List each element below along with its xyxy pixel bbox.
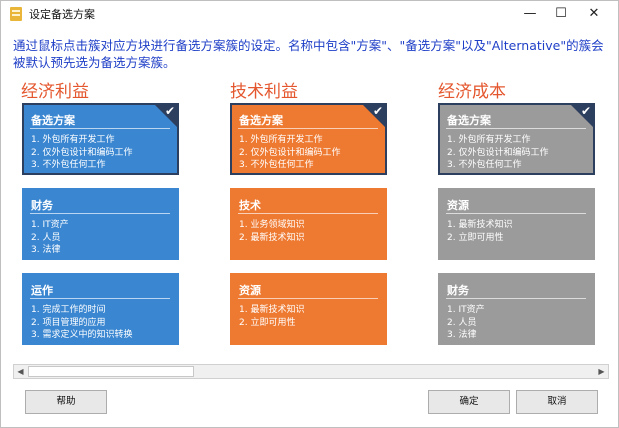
scroll-left-arrow-icon[interactable]: ◀ [14, 365, 27, 378]
card-item: 2. 仅外包设计和编码工作 [31, 147, 133, 158]
divider [238, 213, 378, 214]
card-item: 2. 人员 [31, 232, 61, 243]
title-bar: 设定备选方案 — ☐ ✕ [1, 1, 618, 27]
divider [446, 298, 586, 299]
card-alternatives-technical-benefit[interactable]: 备选方案 1. 外包所有开发工作 2. 仅外包设计和编码工作 3. 不外包任何工… [230, 103, 387, 175]
column-title-economic-cost: 经济成本 [438, 82, 506, 102]
card-item: 1. IT资产 [447, 305, 485, 315]
card-title: 财务 [447, 284, 469, 297]
card-title: 备选方案 [239, 114, 283, 127]
horizontal-scrollbar[interactable]: ◀ ▶ [13, 364, 609, 379]
scroll-thumb[interactable] [28, 366, 194, 377]
divider [238, 128, 378, 129]
card-items: 1. 最新技术知识 2. 立即可用性 [239, 304, 304, 329]
card-item: 2. 人员 [447, 317, 477, 328]
card-item: 3. 不外包任何工作 [31, 160, 106, 170]
maximize-button[interactable]: ☐ [546, 1, 576, 27]
card-item: 1. IT资产 [31, 220, 69, 230]
divider [238, 298, 378, 299]
dialog-window: 设定备选方案 — ☐ ✕ 通过鼠标点击簇对应方块进行备选方案簇的设定。名称中包含… [0, 0, 619, 428]
card-title: 财务 [31, 199, 53, 212]
card-item: 3. 不外包任何工作 [447, 160, 522, 170]
window-title: 设定备选方案 [29, 8, 95, 21]
card-item: 3. 不外包任何工作 [239, 160, 314, 170]
divider [446, 213, 586, 214]
check-icon: ✔ [164, 104, 175, 118]
card-alternatives-economic-benefit[interactable]: 备选方案 1. 外包所有开发工作 2. 仅外包设计和编码工作 3. 不外包任何工… [22, 103, 179, 175]
minimize-button[interactable]: — [515, 1, 545, 27]
ok-button[interactable]: 确定 [428, 390, 510, 414]
card-item: 3. 法律 [31, 245, 61, 255]
check-icon: ✔ [372, 104, 383, 118]
card-title: 资源 [447, 199, 469, 212]
card-items: 1. 业务领域知识 2. 最新技术知识 [239, 219, 304, 244]
card-item: 3. 法律 [447, 330, 477, 340]
card-items: 1. 外包所有开发工作 2. 仅外包设计和编码工作 3. 不外包任何工作 [447, 134, 548, 172]
column-title-economic-benefit: 经济利益 [21, 82, 89, 102]
card-item: 1. 外包所有开发工作 [31, 135, 115, 145]
card-item: 1. 业务领域知识 [239, 220, 305, 230]
card-finance[interactable]: 财务 1. IT资产 2. 人员 3. 法律 [22, 188, 179, 260]
card-item: 2. 立即可用性 [447, 232, 504, 243]
card-item: 1. 外包所有开发工作 [447, 135, 531, 145]
close-button[interactable]: ✕ [579, 1, 609, 27]
divider [30, 213, 170, 214]
help-button[interactable]: 帮助 [25, 390, 107, 414]
card-items: 1. 外包所有开发工作 2. 仅外包设计和编码工作 3. 不外包任何工作 [31, 134, 132, 172]
card-items: 1. 最新技术知识 2. 立即可用性 [447, 219, 512, 244]
card-item: 2. 最新技术知识 [239, 232, 305, 243]
card-item: 1. 完成工作的时间 [31, 305, 106, 315]
scroll-right-arrow-icon[interactable]: ▶ [595, 365, 608, 378]
card-item: 2. 项目管理的应用 [31, 317, 106, 328]
card-items: 1. IT资产 2. 人员 3. 法律 [31, 219, 69, 257]
check-icon: ✔ [580, 104, 591, 118]
cancel-button[interactable]: 取消 [516, 390, 598, 414]
card-resources-technical[interactable]: 资源 1. 最新技术知识 2. 立即可用性 [230, 273, 387, 345]
divider [446, 128, 586, 129]
card-alternatives-economic-cost[interactable]: 备选方案 1. 外包所有开发工作 2. 仅外包设计和编码工作 3. 不外包任何工… [438, 103, 595, 175]
card-finance-cost[interactable]: 财务 1. IT资产 2. 人员 3. 法律 [438, 273, 595, 345]
divider [30, 128, 170, 129]
card-resources-cost[interactable]: 资源 1. 最新技术知识 2. 立即可用性 [438, 188, 595, 260]
card-items: 1. 外包所有开发工作 2. 仅外包设计和编码工作 3. 不外包任何工作 [239, 134, 340, 172]
card-item: 1. 最新技术知识 [239, 305, 305, 315]
column-title-technical-benefit: 技术利益 [230, 82, 298, 102]
card-items: 1. 完成工作的时间 2. 项目管理的应用 3. 需求定义中的知识转换 [31, 304, 132, 342]
card-item: 1. 最新技术知识 [447, 220, 513, 230]
card-title: 资源 [239, 284, 261, 297]
card-item: 2. 仅外包设计和编码工作 [239, 147, 341, 158]
card-technology[interactable]: 技术 1. 业务领域知识 2. 最新技术知识 [230, 188, 387, 260]
card-items: 1. IT资产 2. 人员 3. 法律 [447, 304, 485, 342]
card-title: 备选方案 [447, 114, 491, 127]
app-icon [10, 7, 22, 21]
card-item: 2. 仅外包设计和编码工作 [447, 147, 549, 158]
divider [30, 298, 170, 299]
card-item: 1. 外包所有开发工作 [239, 135, 323, 145]
card-title: 运作 [31, 284, 53, 297]
card-item: 3. 需求定义中的知识转换 [31, 330, 133, 340]
card-item: 2. 立即可用性 [239, 317, 296, 328]
card-title: 备选方案 [31, 114, 75, 127]
intro-text: 通过鼠标点击簇对应方块进行备选方案簇的设定。名称中包含"方案"、"备选方案"以及… [13, 38, 604, 70]
card-title: 技术 [239, 199, 261, 212]
card-operation[interactable]: 运作 1. 完成工作的时间 2. 项目管理的应用 3. 需求定义中的知识转换 [22, 273, 179, 345]
